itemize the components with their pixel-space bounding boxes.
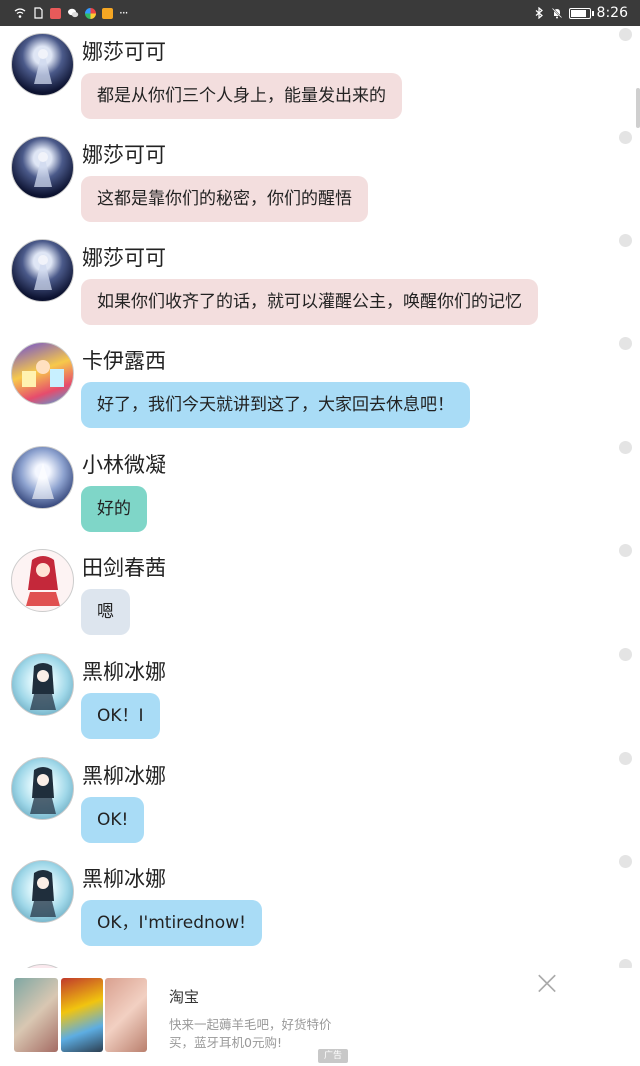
wechat-icon [68,8,79,18]
bluetooth-icon [535,7,543,19]
bell-muted-icon [551,7,562,19]
wifi-icon [14,8,26,18]
message-bubble[interactable]: 都是从你们三个人身上，能量发出来的 [81,73,402,119]
chat-message: 黑柳冰娜 OK! [0,752,640,856]
chat-message: 娜莎可可 都是从你们三个人身上，能量发出来的 [0,28,640,132]
chat-message: 娜莎可可 这都是靠你们的秘密，你们的醒悟 [0,131,640,235]
more-notifications: ··· [119,6,129,20]
username: 黑柳冰娜 [82,764,166,788]
app-multicolor-icon [85,7,96,19]
avatar[interactable] [11,136,74,199]
chat-message: 娜莎可可 如果你们收齐了的话，就可以灌醒公主，唤醒你们的记忆 [0,234,640,338]
battery-icon [568,7,594,19]
username: 娜莎可可 [82,246,166,270]
chat-message: 黑柳冰娜 OK，I'mtirednow! [0,855,640,959]
close-icon[interactable]: × [530,966,564,1002]
ad-image[interactable] [105,978,147,1052]
message-bubble[interactable]: 如果你们收齐了的话，就可以灌醒公主，唤醒你们的记忆 [81,279,538,325]
message-bubble[interactable]: OK，I'mtirednow! [81,900,262,946]
ad-image[interactable] [14,978,58,1052]
avatar[interactable] [11,757,74,820]
side-dot [619,441,632,454]
side-dot [619,131,632,144]
chat-message: 田剑春茜 嗯 [0,544,640,648]
chat-message: 卡伊露西 好了，我们今天就讲到这了，大家回去休息吧！ [0,337,640,441]
username: 田剑春茜 [82,556,166,580]
sim-icon [34,7,43,19]
avatar[interactable] [11,860,74,923]
side-dot [619,234,632,247]
avatar[interactable] [11,33,74,96]
chat-message: 小林微凝 好的 [0,441,640,545]
avatar[interactable] [11,549,74,612]
username: 小林微凝 [82,453,166,477]
message-bubble[interactable]: 嗯 [81,589,130,635]
message-bubble[interactable]: 好了，我们今天就讲到这了，大家回去休息吧！ [81,382,470,428]
side-dot [619,337,632,350]
side-dot [619,855,632,868]
app-orange-icon [102,7,113,19]
ad-image[interactable] [61,978,103,1052]
ad-title[interactable]: 淘宝 [169,986,199,1007]
username: 娜莎可可 [82,40,166,64]
chat-message: 黑柳冰娜 OK！I [0,648,640,752]
ad-banner[interactable]: 淘宝 快来一起薅羊毛吧，好货特价买，蓝牙耳机0元购! × 广告 [0,966,640,1066]
status-bar: ··· 8:26 [0,0,640,26]
message-bubble[interactable]: 这都是靠你们的秘密，你们的醒悟 [81,176,368,222]
username: 娜莎可可 [82,143,166,167]
avatar[interactable] [11,239,74,302]
avatar[interactable] [11,446,74,509]
message-bubble[interactable]: OK! [81,797,145,843]
username: 黑柳冰娜 [82,660,166,684]
side-dot [619,544,632,557]
ad-badge: 广告 [318,1049,349,1063]
side-dot [619,752,632,765]
ad-description[interactable]: 快来一起薅羊毛吧，好货特价买，蓝牙耳机0元购! [169,1016,349,1052]
chat-message-list[interactable]: 娜莎可可 都是从你们三个人身上，能量发出来的 娜莎可可 这都是靠你们的秘密，你们… [0,26,640,1066]
side-dot [619,28,632,41]
username: 黑柳冰娜 [82,867,166,891]
app-red-icon [50,7,61,19]
clock-time: 8:26 [596,5,628,21]
side-dot [619,648,632,661]
username: 卡伊露西 [82,349,166,373]
message-bubble[interactable]: OK！I [81,693,160,739]
avatar[interactable] [11,653,74,716]
message-bubble[interactable]: 好的 [81,486,147,532]
avatar[interactable] [11,342,74,405]
